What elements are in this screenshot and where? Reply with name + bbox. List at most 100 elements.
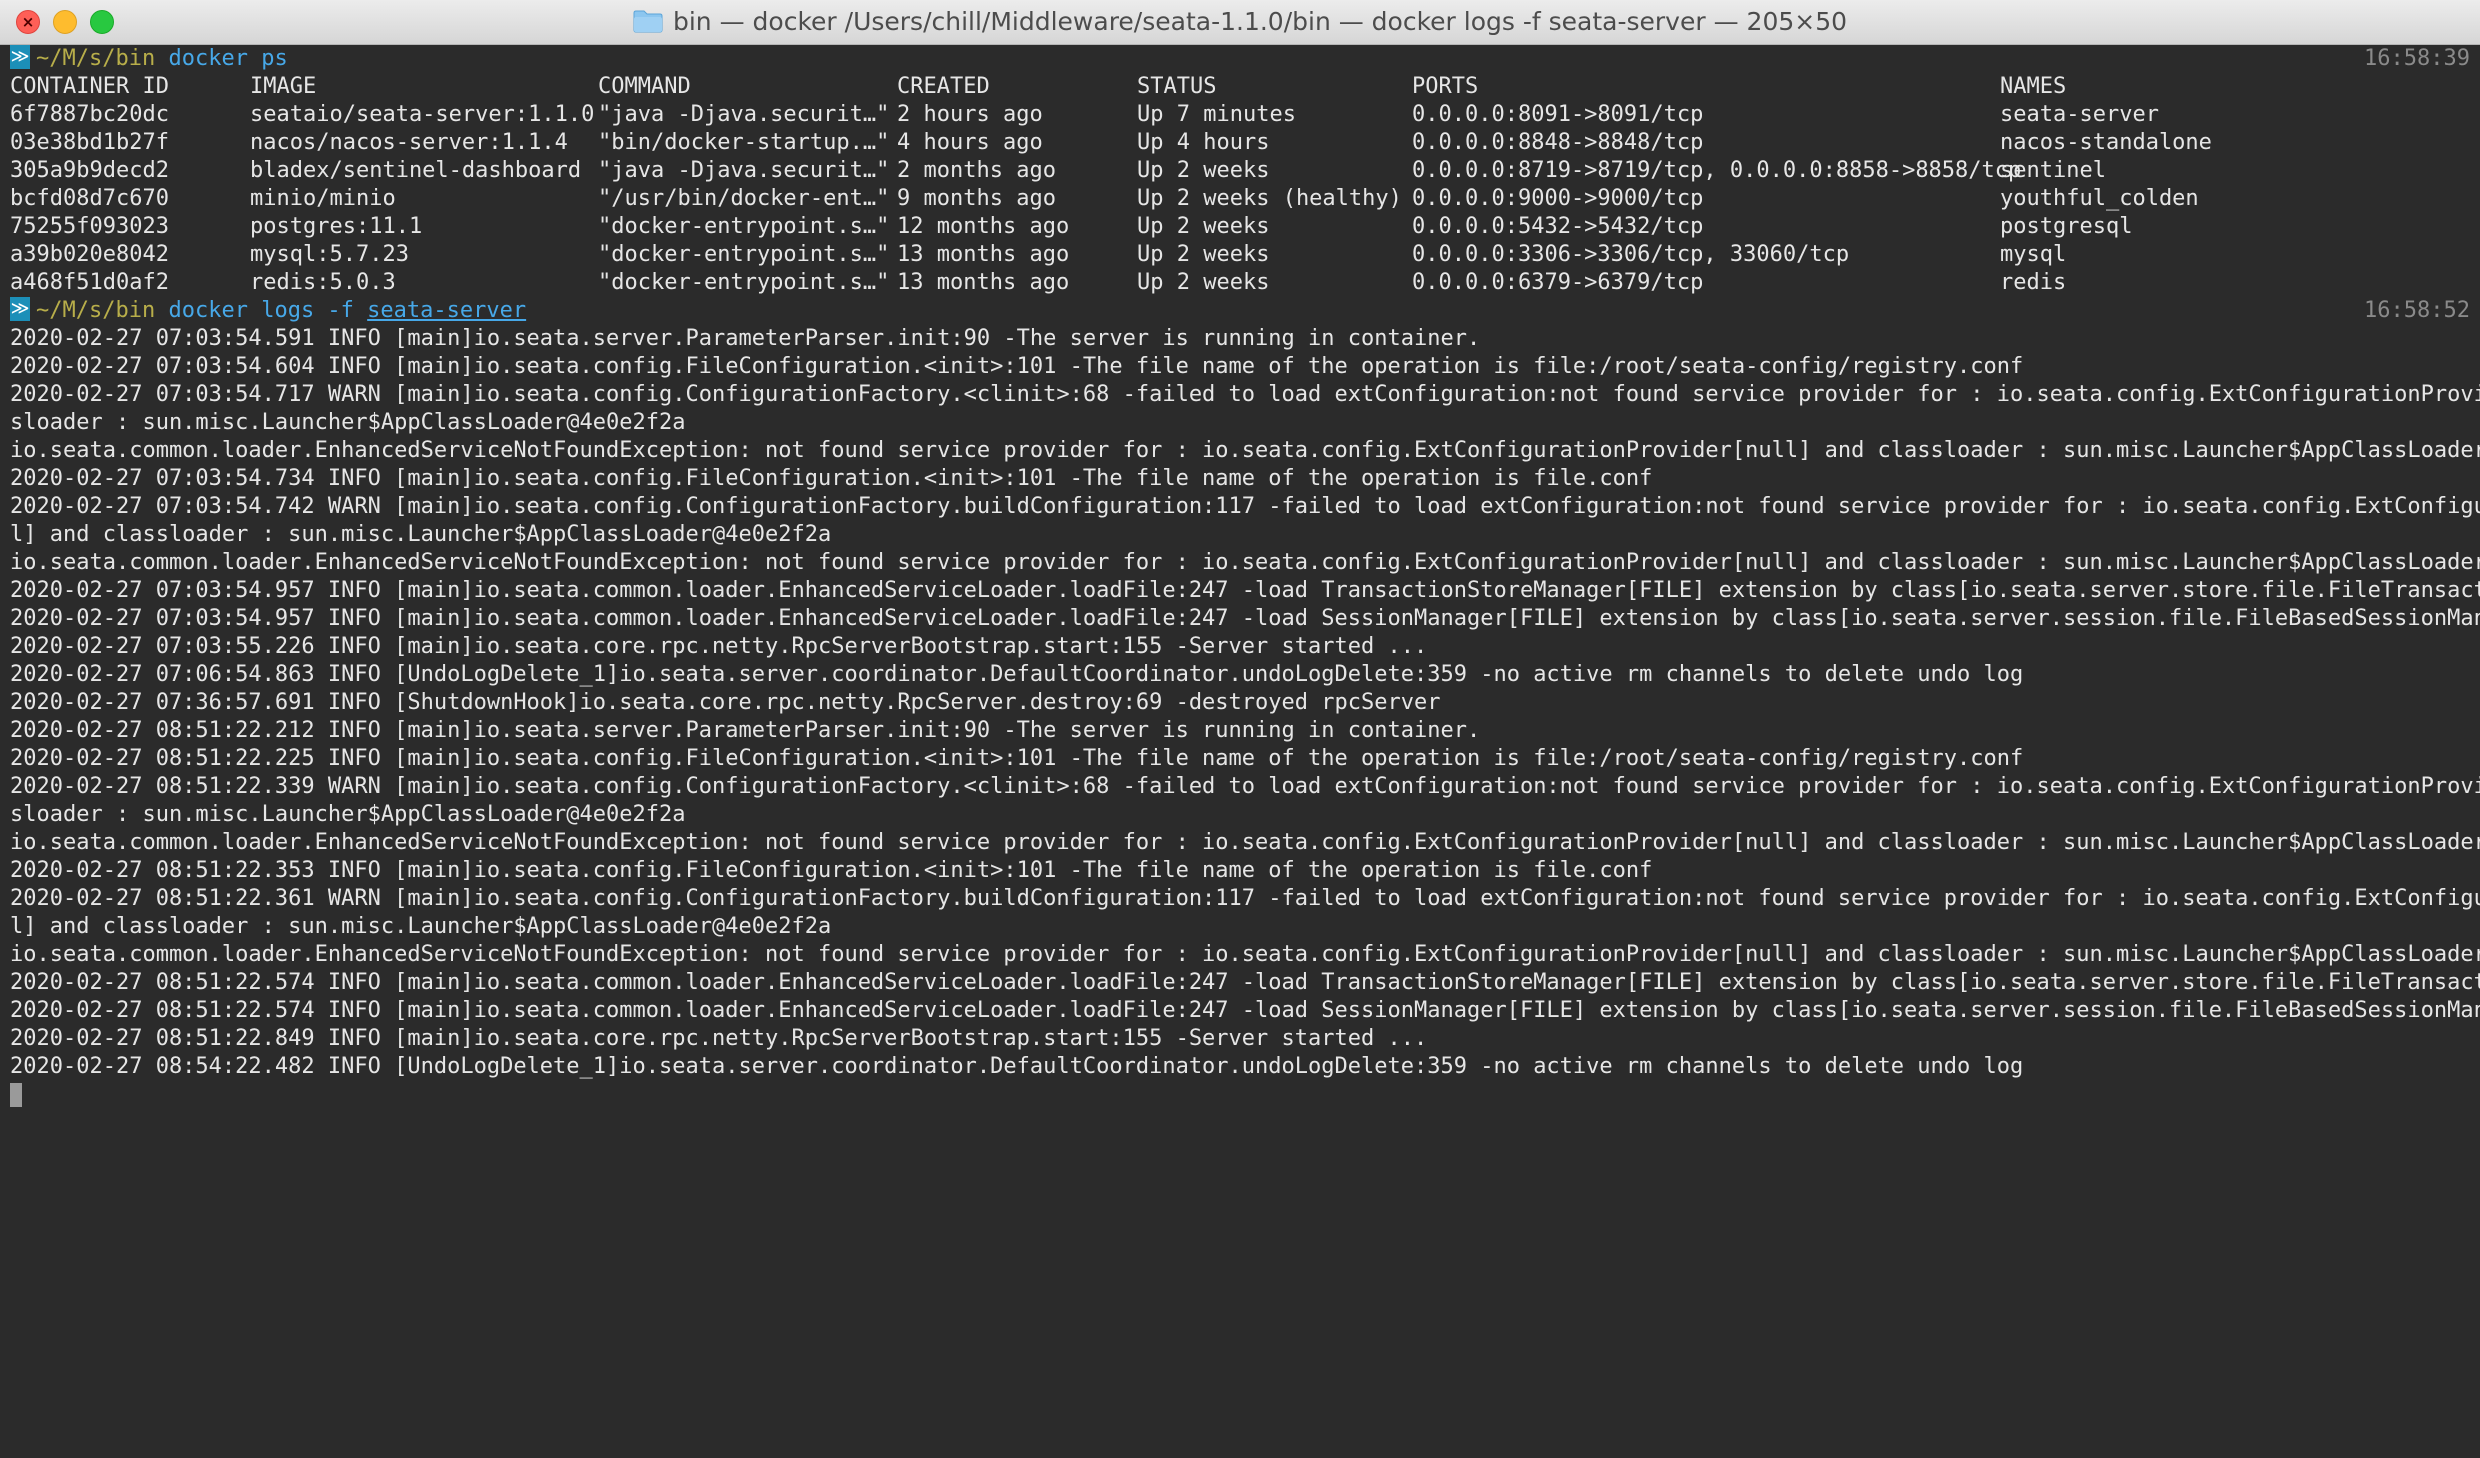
ps-cell: Up 2 weeks bbox=[1137, 242, 1270, 267]
ps-cell: Up 2 weeks bbox=[1137, 270, 1270, 295]
log-line: io.seata.common.loader.EnhancedServiceNo… bbox=[10, 942, 2480, 967]
ps-header: COMMAND bbox=[598, 74, 691, 99]
title-bar[interactable]: × bin — docker /Users/chill/Middleware/s… bbox=[0, 0, 2480, 45]
log-line: l] and classloader : sun.misc.Launcher$A… bbox=[10, 914, 832, 939]
ps-cell: youthful_colden bbox=[2000, 186, 2199, 211]
ps-header: CREATED bbox=[897, 74, 990, 99]
ps-cell: "bin/docker-startup.…" bbox=[598, 130, 890, 155]
ps-row: 75255f093023 postgres:11.1 "docker-entrypo… bbox=[10, 213, 2480, 241]
ps-header: STATUS bbox=[1137, 74, 1217, 99]
ps-cell: seata-server bbox=[2000, 102, 2159, 127]
terminal-window: × bin — docker /Users/chill/Middleware/s… bbox=[0, 0, 2480, 1458]
ps-cell: "java -Djava.securit…" bbox=[598, 102, 890, 127]
ps-header-row: CONTAINER ID IMAGE COMMAND CREATED STATU… bbox=[10, 73, 2480, 101]
ps-cell: minio/minio bbox=[250, 186, 396, 211]
window-title: bin — docker /Users/chill/Middleware/sea… bbox=[672, 7, 1848, 36]
ps-cell: seataio/seata-server:1.1.0 bbox=[250, 102, 595, 127]
prompt-line: ≫ ~/M/s/bin docker logs -f seata-server 16… bbox=[10, 297, 2480, 325]
cursor-line bbox=[10, 1081, 2480, 1109]
log-line: 2020-02-27 07:03:54.591 INFO [main]io.se… bbox=[10, 326, 1481, 351]
log-line: 2020-02-27 08:54:22.482 INFO [UndoLogDel… bbox=[10, 1054, 2024, 1079]
prompt-path: ~/M/s/bin bbox=[36, 46, 156, 71]
ps-row: 03e38bd1b27f nacos/nacos-server:1.1.4 "bin… bbox=[10, 129, 2480, 157]
log-line: sloader : sun.misc.Launcher$AppClassLoad… bbox=[10, 410, 686, 435]
ps-cell: postgres:11.1 bbox=[250, 214, 423, 239]
ps-cell: nacos-standalone bbox=[2000, 130, 2212, 155]
log-line: 2020-02-27 07:03:54.957 INFO [main]io.se… bbox=[10, 606, 2480, 631]
prompt-command: docker bbox=[168, 46, 248, 71]
ps-header: NAMES bbox=[2000, 74, 2067, 99]
ps-row: bcfd08d7c670 minio/minio "/usr/bin/docker-… bbox=[10, 185, 2480, 213]
ps-cell: sentinel bbox=[2000, 158, 2106, 183]
ps-cell: Up 4 hours bbox=[1137, 130, 1270, 155]
log-line: 2020-02-27 07:06:54.863 INFO [UndoLogDel… bbox=[10, 662, 2024, 687]
ps-row: 305a9b9decd2 bladex/sentinel-dashboard "ja… bbox=[10, 157, 2480, 185]
log-line: sloader : sun.misc.Launcher$AppClassLoad… bbox=[10, 802, 686, 827]
ps-cell: 0.0.0.0:3306->3306/tcp, 33060/tcp bbox=[1412, 242, 1850, 267]
ps-header: IMAGE bbox=[250, 74, 317, 99]
ps-cell: 0.0.0.0:9000->9000/tcp bbox=[1412, 186, 1704, 211]
prompt-args: ps bbox=[261, 46, 288, 71]
terminal-content[interactable]: ≫ ~/M/s/bin docker ps 16:58:39 CONTAINER I… bbox=[10, 45, 2480, 1109]
text-cursor bbox=[10, 1083, 22, 1107]
ps-cell: "/usr/bin/docker-ent…" bbox=[598, 186, 890, 211]
log-line: io.seata.common.loader.EnhancedServiceNo… bbox=[10, 438, 2480, 463]
log-line: 2020-02-27 07:36:57.691 INFO [ShutdownHo… bbox=[10, 690, 1441, 715]
ps-cell: 4 hours ago bbox=[897, 130, 1043, 155]
ps-cell: 0.0.0.0:5432->5432/tcp bbox=[1412, 214, 1704, 239]
ps-cell: 305a9b9decd2 bbox=[10, 158, 169, 183]
ps-cell: mysql:5.7.23 bbox=[250, 242, 409, 267]
ps-cell: a468f51d0af2 bbox=[10, 270, 169, 295]
ps-cell: Up 7 minutes bbox=[1137, 102, 1296, 127]
ps-cell: 2 hours ago bbox=[897, 102, 1043, 127]
ps-row: a39b020e8042 mysql:5.7.23 "docker-entrypoi… bbox=[10, 241, 2480, 269]
ps-cell: a39b020e8042 bbox=[10, 242, 169, 267]
prompt-command: docker bbox=[168, 298, 248, 323]
ps-cell: 0.0.0.0:8848->8848/tcp bbox=[1412, 130, 1704, 155]
ps-cell: nacos/nacos-server:1.1.4 bbox=[250, 130, 568, 155]
ps-cell: postgresql bbox=[2000, 214, 2133, 239]
ps-cell: 12 months ago bbox=[897, 214, 1070, 239]
log-line: l] and classloader : sun.misc.Launcher$A… bbox=[10, 522, 832, 547]
ps-cell: 13 months ago bbox=[897, 270, 1070, 295]
log-line: 2020-02-27 07:03:55.226 INFO [main]io.se… bbox=[10, 634, 1428, 659]
log-line: 2020-02-27 07:03:54.742 WARN [main]io.se… bbox=[10, 494, 2480, 519]
ps-cell: 75255f093023 bbox=[10, 214, 169, 239]
log-line: 2020-02-27 08:51:22.574 INFO [main]io.se… bbox=[10, 998, 2480, 1023]
ps-cell: 0.0.0.0:6379->6379/tcp bbox=[1412, 270, 1704, 295]
log-line: 2020-02-27 07:03:54.957 INFO [main]io.se… bbox=[10, 578, 2480, 603]
log-line: 2020-02-27 08:51:22.353 INFO [main]io.se… bbox=[10, 858, 1653, 883]
prompt-timestamp: 16:58:39 bbox=[2364, 46, 2470, 71]
ps-cell: bcfd08d7c670 bbox=[10, 186, 169, 211]
ps-cell: 03e38bd1b27f bbox=[10, 130, 169, 155]
ps-cell: Up 2 weeks bbox=[1137, 214, 1270, 239]
terminal-prompt-icon: ≫ bbox=[10, 297, 30, 321]
log-line: 2020-02-27 07:03:54.734 INFO [main]io.se… bbox=[10, 466, 1653, 491]
ps-cell: 0.0.0.0:8091->8091/tcp bbox=[1412, 102, 1704, 127]
ps-cell: 0.0.0.0:8719->8719/tcp, 0.0.0.0:8858->88… bbox=[1412, 158, 2022, 183]
ps-cell: 13 months ago bbox=[897, 242, 1070, 267]
ps-cell: Up 2 weeks (healthy) bbox=[1137, 186, 1402, 211]
ps-cell: Up 2 weeks bbox=[1137, 158, 1270, 183]
ps-cell: "docker-entrypoint.s…" bbox=[598, 242, 890, 267]
terminal-prompt-icon: ≫ bbox=[10, 45, 30, 69]
ps-cell: 6f7887bc20dc bbox=[10, 102, 169, 127]
prompt-path: ~/M/s/bin bbox=[36, 298, 156, 323]
ps-cell: 2 months ago bbox=[897, 158, 1056, 183]
window-title-wrap: bin — docker /Users/chill/Middleware/sea… bbox=[0, 0, 2480, 44]
ps-header: CONTAINER ID bbox=[10, 74, 169, 99]
ps-cell: bladex/sentinel-dashboard bbox=[250, 158, 582, 183]
ps-row: a468f51d0af2 redis:5.0.3 "docker-entrypoin… bbox=[10, 269, 2480, 297]
prompt-target[interactable]: seata-server bbox=[367, 298, 526, 323]
ps-row: 6f7887bc20dc seataio/seata-server:1.1.0 "j… bbox=[10, 101, 2480, 129]
ps-cell: 9 months ago bbox=[897, 186, 1056, 211]
folder-icon bbox=[633, 10, 663, 33]
log-line: 2020-02-27 08:51:22.361 WARN [main]io.se… bbox=[10, 886, 2480, 911]
log-line: 2020-02-27 08:51:22.574 INFO [main]io.se… bbox=[10, 970, 2480, 995]
log-output: 2020-02-27 07:03:54.591 INFO [main]io.se… bbox=[10, 325, 2480, 1081]
log-line: io.seata.common.loader.EnhancedServiceNo… bbox=[10, 550, 2480, 575]
log-line: io.seata.common.loader.EnhancedServiceNo… bbox=[10, 830, 2480, 855]
log-line: 2020-02-27 07:03:54.717 WARN [main]io.se… bbox=[10, 382, 2480, 407]
ps-cell: mysql bbox=[2000, 242, 2067, 267]
ps-cell: redis bbox=[2000, 270, 2067, 295]
